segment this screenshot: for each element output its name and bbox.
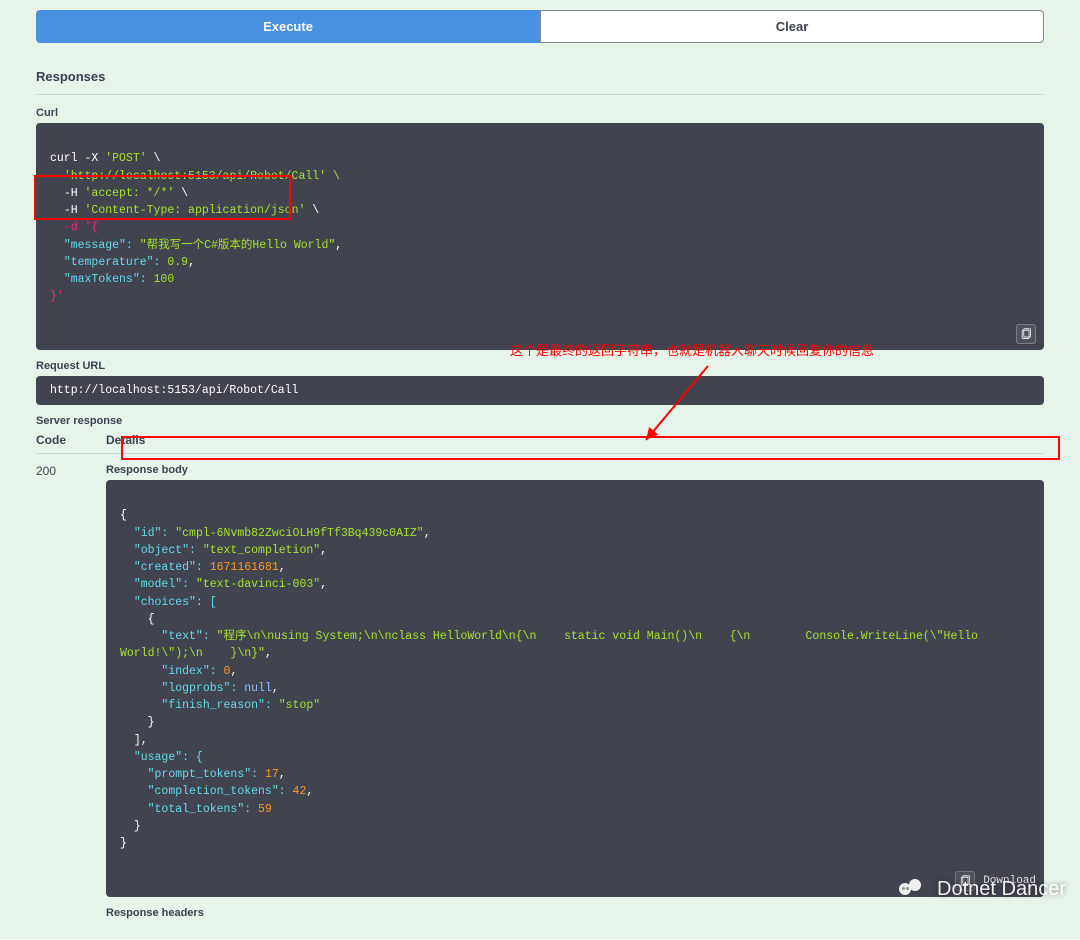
- details-column-header: Details: [106, 433, 1044, 447]
- responses-heading: Responses: [36, 61, 1044, 95]
- clear-button[interactable]: Clear: [540, 10, 1044, 43]
- execute-button[interactable]: Execute: [36, 10, 540, 43]
- curl-code-block: curl -X 'POST' \ 'http://localhost:5153/…: [36, 123, 1044, 350]
- request-url-value: http://localhost:5153/api/Robot/Call: [36, 376, 1044, 405]
- copy-curl-icon[interactable]: [1016, 324, 1036, 344]
- status-code: 200: [36, 464, 106, 478]
- response-body-block: { "id": "cmpl-6Nvmb82ZwciOLH9fTf3Bq439c0…: [106, 480, 1044, 897]
- response-body-label: Response body: [106, 464, 1044, 476]
- annotation-text: 这个是最终的返回字符串，也就是机器人聊天时候回复你的信息: [510, 340, 874, 359]
- request-url-label: Request URL: [36, 360, 1044, 372]
- watermark: Dotnet Dancer: [899, 878, 1066, 901]
- curl-label: Curl: [36, 107, 1044, 119]
- server-response-label: Server response: [36, 415, 1044, 427]
- code-column-header: Code: [36, 433, 106, 447]
- wechat-icon: [899, 879, 927, 899]
- response-headers-label: Response headers: [106, 907, 1044, 919]
